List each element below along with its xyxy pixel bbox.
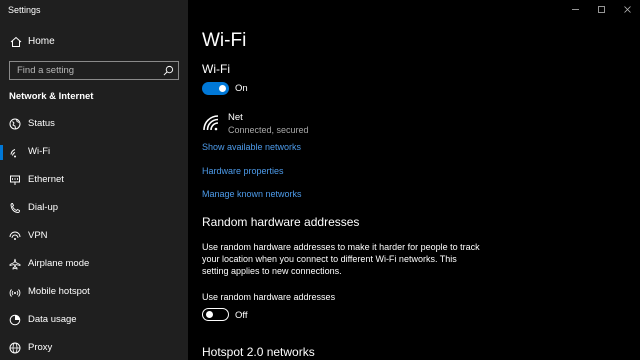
close-icon — [623, 5, 631, 13]
window-controls — [562, 0, 640, 18]
sidebar-item-mobile-hotspot[interactable]: Mobile hotspot — [0, 278, 188, 306]
hardware-properties-link[interactable]: Hardware properties — [202, 166, 284, 176]
sidebar-item-label: Mobile hotspot — [28, 286, 90, 297]
wifi-toggle[interactable] — [202, 82, 229, 95]
hotspot-icon — [9, 289, 21, 297]
nav-list: Status Wi-Fi Ethernet Dial-up VPN Airpla… — [0, 110, 188, 360]
wifi-icon — [10, 149, 16, 158]
sidebar-item-label: Proxy — [28, 342, 53, 353]
search-icon[interactable] — [163, 65, 174, 76]
sidebar-item-label: Airplane mode — [28, 258, 90, 269]
maximize-icon — [597, 5, 605, 13]
airplane-icon — [9, 258, 21, 270]
sidebar-item-label: Ethernet — [28, 174, 64, 185]
page-title: Wi-Fi — [202, 30, 247, 51]
connected-network[interactable]: Net Connected, secured — [202, 112, 402, 138]
phone-icon — [10, 203, 20, 213]
wifi-secured-icon — [203, 115, 219, 131]
sidebar-item-label: Status — [28, 118, 55, 129]
search-input[interactable] — [10, 62, 160, 79]
nav-section-title: Network & Internet — [9, 91, 94, 102]
sidebar-item-wifi[interactable]: Wi-Fi — [0, 138, 188, 166]
sidebar-item-data-usage[interactable]: Data usage — [0, 306, 188, 334]
toggle-knob — [206, 310, 213, 318]
random-hw-heading: Random hardware addresses — [202, 215, 360, 229]
sidebar-item-vpn[interactable]: VPN — [0, 222, 188, 250]
app-title: Settings — [8, 5, 41, 15]
random-hw-toggle-label: Off — [235, 310, 248, 321]
vpn-icon — [9, 231, 21, 240]
sidebar-item-status[interactable]: Status — [0, 110, 188, 138]
minimize-button[interactable] — [562, 0, 588, 18]
proxy-globe-icon — [9, 342, 21, 354]
home-label: Home — [28, 36, 55, 47]
toggle-knob — [219, 85, 226, 92]
sidebar-item-label: Data usage — [28, 314, 77, 325]
sidebar-item-label: Wi-Fi — [28, 146, 51, 157]
network-status: Connected, secured — [228, 125, 309, 135]
ethernet-icon — [10, 175, 20, 185]
home-nav-item[interactable]: Home — [0, 30, 188, 54]
random-hw-toggle[interactable] — [202, 308, 229, 321]
globe-icon — [9, 118, 21, 130]
sidebar-item-dial-up[interactable]: Dial-up — [0, 194, 188, 222]
sidebar-item-ethernet[interactable]: Ethernet — [0, 166, 188, 194]
sidebar-item-airplane-mode[interactable]: Airplane mode — [0, 250, 188, 278]
maximize-button[interactable] — [588, 0, 614, 18]
sidebar-item-label: Dial-up — [28, 202, 59, 213]
network-name: Net — [228, 112, 243, 123]
wifi-toggle-label: On — [235, 83, 248, 94]
home-icon — [10, 36, 22, 47]
minimize-icon — [571, 8, 579, 10]
sidebar-item-proxy[interactable]: Proxy — [0, 334, 188, 360]
random-hw-description: Use random hardware addresses to make it… — [202, 242, 480, 277]
search-box[interactable] — [9, 61, 179, 80]
random-hw-field-label: Use random hardware addresses — [202, 292, 336, 302]
show-available-networks-link[interactable]: Show available networks — [202, 142, 301, 152]
close-button[interactable] — [614, 0, 640, 18]
wifi-section-title: Wi-Fi — [202, 62, 230, 76]
main-content: Wi-Fi Wi-Fi On Net Connected, secured Sh… — [188, 0, 640, 360]
sidebar: Settings Home Network & Internet Status — [0, 0, 188, 360]
hotspot-heading: Hotspot 2.0 networks — [202, 345, 315, 359]
sidebar-item-label: VPN — [28, 230, 48, 241]
manage-known-networks-link[interactable]: Manage known networks — [202, 189, 302, 199]
data-usage-icon — [9, 314, 21, 326]
